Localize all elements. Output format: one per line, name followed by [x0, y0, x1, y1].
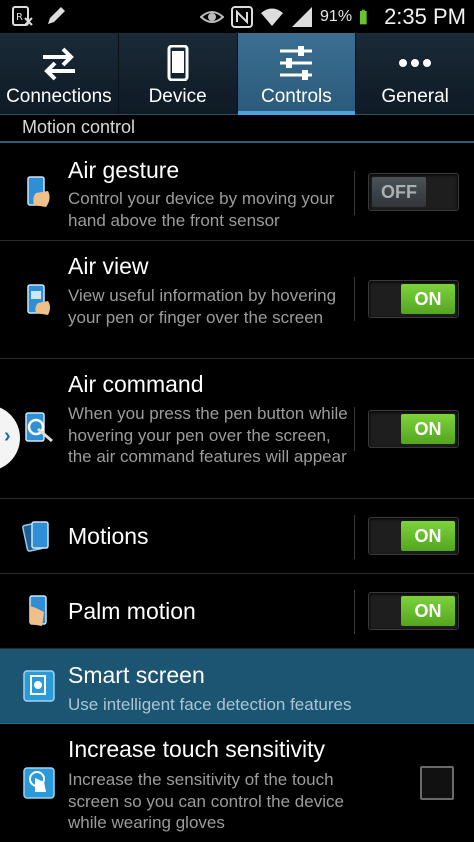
svg-text:R: R — [16, 12, 23, 23]
air-command-icon — [25, 412, 53, 443]
row-title: Increase touch sensitivity — [68, 736, 325, 762]
row-divider — [354, 277, 355, 321]
row-title: Air view — [68, 253, 149, 279]
section-header: Motion control — [0, 115, 474, 143]
battery-icon — [360, 9, 367, 25]
nfc-icon — [231, 6, 254, 28]
toggle-state: ON — [401, 521, 455, 551]
air-gesture-toggle[interactable]: OFF — [368, 173, 459, 211]
touch-sensitivity-checkbox[interactable] — [420, 766, 454, 800]
phone-icon — [167, 45, 189, 81]
tab-label: Connections — [6, 86, 112, 107]
setting-row-air-view[interactable]: Air view View useful information by hove… — [0, 241, 474, 359]
toggle-state: OFF — [372, 177, 426, 207]
row-divider — [354, 590, 355, 634]
row-description: View useful information by hovering your… — [68, 286, 337, 327]
setting-row-smart-screen[interactable]: Smart screen Use intelligent face detect… — [0, 649, 474, 724]
row-title: Air command — [68, 371, 204, 397]
row-title: Motions — [68, 523, 149, 549]
row-divider — [354, 171, 355, 215]
air-command-toggle[interactable]: ON — [368, 410, 459, 448]
tab-label: Controls — [261, 86, 332, 107]
arrows-swap-icon — [42, 47, 75, 81]
signal-icon — [292, 7, 313, 27]
status-bar: R 91% 2:35 PM — [0, 0, 474, 33]
tab-connections[interactable]: Connections — [0, 33, 119, 114]
row-description: Increase the sensitivity of the touch sc… — [68, 770, 344, 832]
tab-controls[interactable]: Controls — [237, 33, 357, 115]
row-description: Use intelligent face detection features — [68, 695, 352, 714]
tab-label: Device — [148, 86, 207, 107]
sliders-icon — [280, 46, 313, 80]
wifi-icon — [261, 8, 284, 26]
pen-icon — [48, 7, 65, 24]
sim-off-icon: R — [12, 6, 33, 26]
smart-screen-icon — [23, 670, 55, 702]
row-divider — [354, 515, 355, 559]
setting-row-motions[interactable]: Motions ON — [0, 499, 474, 574]
battery-percent: 91% — [320, 8, 353, 25]
more-dots-icon — [399, 59, 432, 67]
row-description: Control your device by moving your hand … — [68, 189, 335, 230]
chevron-right-icon: › — [4, 425, 11, 447]
setting-row-air-command[interactable]: Air command When you press the pen butto… — [0, 359, 474, 499]
palm-motion-icon — [29, 595, 47, 626]
air-view-toggle[interactable]: ON — [368, 280, 459, 318]
row-description: When you press the pen button while hove… — [68, 404, 348, 466]
section-title: Motion control — [22, 117, 136, 137]
toggle-state: ON — [401, 284, 455, 314]
settings-tab-bar: Connections Device Controls General — [0, 33, 474, 115]
tab-general[interactable]: General — [356, 33, 474, 114]
motions-toggle[interactable]: ON — [368, 517, 459, 555]
palm-motion-toggle[interactable]: ON — [368, 592, 459, 630]
tab-label: General — [381, 86, 449, 107]
setting-row-air-gesture[interactable]: Air gesture Control your device by movin… — [0, 145, 474, 241]
toggle-state: ON — [401, 596, 455, 626]
touch-sensitivity-icon — [23, 767, 55, 799]
motions-icon — [22, 521, 49, 552]
row-title: Air gesture — [68, 157, 180, 183]
setting-row-palm-motion[interactable]: Palm motion ON — [0, 574, 474, 649]
tab-device[interactable]: Device — [119, 33, 238, 114]
smart-stay-eye-icon — [200, 11, 225, 23]
row-title: Smart screen — [68, 662, 205, 688]
air-gesture-icon — [27, 176, 50, 207]
row-title: Palm motion — [68, 598, 196, 624]
clock: 2:35 PM — [384, 4, 466, 29]
toggle-state: ON — [401, 414, 455, 444]
air-view-icon — [27, 284, 50, 315]
row-divider — [354, 407, 355, 451]
setting-row-touch-sensitivity[interactable]: Increase touch sensitivity Increase the … — [0, 724, 474, 842]
